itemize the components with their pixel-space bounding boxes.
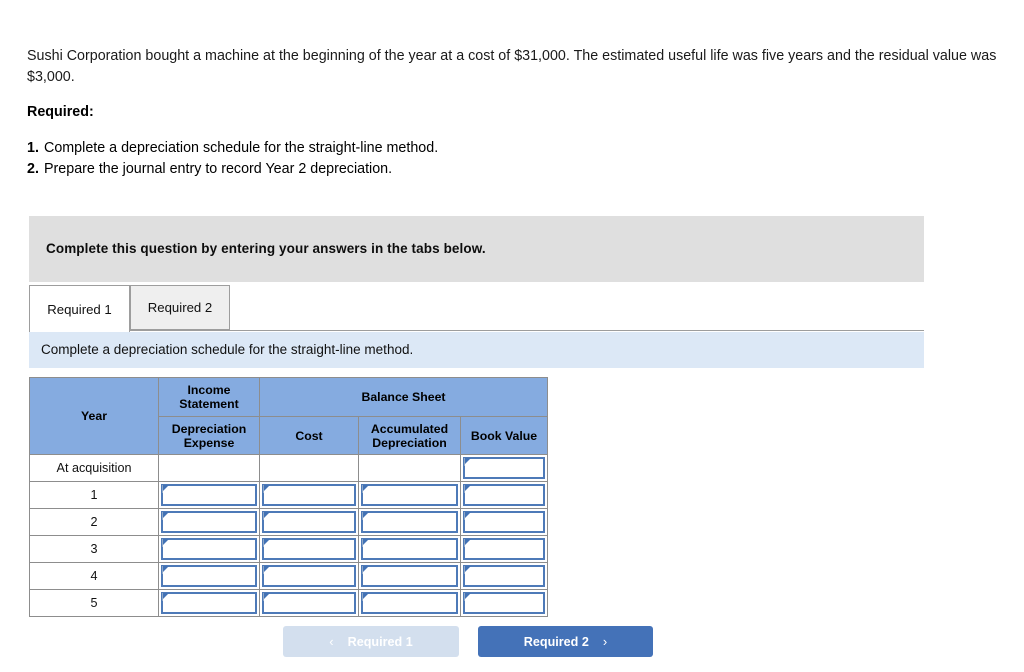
- header-depreciation-expense: Depreciation Expense: [158, 416, 260, 455]
- cell-depreciation-expense-year-2[interactable]: [158, 508, 260, 536]
- row-label-year-5: 5: [29, 589, 159, 617]
- header-accumulated-depreciation: Accumulated Depreciation: [358, 416, 461, 455]
- chevron-left-icon: ‹: [329, 634, 334, 649]
- sub-instruction-bar: Complete a depreciation schedule for the…: [29, 332, 924, 368]
- header-income-statement: Income Statement: [158, 377, 260, 417]
- cell-book-value-year-1[interactable]: [460, 481, 548, 509]
- input-accumulated-depreciation-year-4[interactable]: [361, 565, 458, 587]
- input-accumulated-depreciation-year-2[interactable]: [361, 511, 458, 533]
- input-cost-year-5[interactable]: [262, 592, 356, 614]
- input-book-value-at-acquisition[interactable]: [463, 457, 545, 479]
- input-book-value-year-5[interactable]: [463, 592, 545, 614]
- tab-required-1-label: Required 1: [47, 301, 112, 317]
- input-cost-year-4[interactable]: [262, 565, 356, 587]
- table-row: 4: [29, 562, 548, 590]
- cell-accumulated-depreciation-at-acquisition: [358, 454, 461, 482]
- requirement-number-2: 2.: [27, 161, 39, 177]
- input-depreciation-expense-year-1[interactable]: [161, 484, 257, 506]
- input-book-value-year-3[interactable]: [463, 538, 545, 560]
- cell-book-value-year-2[interactable]: [460, 508, 548, 536]
- input-accumulated-depreciation-year-3[interactable]: [361, 538, 458, 560]
- cell-depreciation-expense-year-3[interactable]: [158, 535, 260, 563]
- cell-accumulated-depreciation-year-4[interactable]: [358, 562, 461, 590]
- requirement-text-2: Prepare the journal entry to record Year…: [44, 161, 393, 177]
- input-depreciation-expense-year-4[interactable]: [161, 565, 257, 587]
- cell-accumulated-depreciation-year-2[interactable]: [358, 508, 461, 536]
- input-cost-year-1[interactable]: [262, 484, 356, 506]
- header-book-value: Book Value: [460, 416, 548, 455]
- header-cost: Cost: [259, 416, 359, 455]
- table-header: Year Income Statement Balance Sheet Depr…: [29, 377, 548, 455]
- problem-statement: Sushi Corporation bought a machine at th…: [27, 48, 997, 85]
- row-label-year-3: 3: [29, 535, 159, 563]
- header-balance-sheet: Balance Sheet: [259, 377, 548, 417]
- depreciation-schedule-table: Year Income Statement Balance Sheet Depr…: [29, 377, 548, 617]
- tab-required-1[interactable]: Required 1: [29, 285, 130, 332]
- requirement-item-2: 2. Prepare the journal entry to record Ye…: [27, 159, 727, 180]
- cell-cost-year-5[interactable]: [259, 589, 359, 617]
- cell-cost-year-3[interactable]: [259, 535, 359, 563]
- cell-book-value-at-acquisition[interactable]: [460, 454, 548, 482]
- row-label-year-4: 4: [29, 562, 159, 590]
- cell-cost-at-acquisition: [259, 454, 359, 482]
- table-row: 5: [29, 589, 548, 617]
- cell-book-value-year-3[interactable]: [460, 535, 548, 563]
- input-book-value-year-1[interactable]: [463, 484, 545, 506]
- requirement-item-1: 1. Complete a depreciation schedule for t…: [27, 138, 727, 159]
- next-required-2-label: Required 2: [523, 634, 589, 649]
- input-depreciation-expense-year-3[interactable]: [161, 538, 257, 560]
- cell-accumulated-depreciation-year-1[interactable]: [358, 481, 461, 509]
- cell-accumulated-depreciation-year-3[interactable]: [358, 535, 461, 563]
- table-body: At acquisition 1 2 3 4 5: [29, 454, 548, 617]
- prev-required-1-button[interactable]: ‹ Required 1: [283, 626, 459, 657]
- navigation-buttons: ‹ Required 1 Required 2 ›: [0, 626, 1024, 658]
- table-header-row-group: Year Income Statement Balance Sheet: [29, 377, 548, 455]
- input-accumulated-depreciation-year-5[interactable]: [361, 592, 458, 614]
- row-label-at-acquisition: At acquisition: [29, 454, 159, 482]
- requirement-text-1: Complete a depreciation schedule for the…: [44, 140, 439, 156]
- next-required-2-button[interactable]: Required 2 ›: [478, 626, 653, 657]
- cell-book-value-year-5[interactable]: [460, 589, 548, 617]
- instruction-banner: Complete this question by entering your …: [29, 216, 924, 282]
- cell-depreciation-expense-year-4[interactable]: [158, 562, 260, 590]
- tab-bar: Required 1 Required 2: [29, 285, 924, 332]
- cell-depreciation-expense-year-1[interactable]: [158, 481, 260, 509]
- header-year: Year: [29, 377, 159, 455]
- sub-instruction-text: Complete a depreciation schedule for the…: [41, 342, 414, 357]
- tab-required-2[interactable]: Required 2: [130, 285, 230, 330]
- cell-depreciation-expense-year-5[interactable]: [158, 589, 260, 617]
- table-row: 1: [29, 481, 548, 509]
- cell-depreciation-expense-at-acquisition: [158, 454, 260, 482]
- cell-accumulated-depreciation-year-5[interactable]: [358, 589, 461, 617]
- table-row: 3: [29, 535, 548, 563]
- chevron-right-icon: ›: [602, 634, 608, 649]
- input-depreciation-expense-year-2[interactable]: [161, 511, 257, 533]
- cell-cost-year-4[interactable]: [259, 562, 359, 590]
- instruction-banner-text: Complete this question by entering your …: [46, 241, 486, 256]
- tab-required-2-label: Required 2: [147, 300, 213, 315]
- row-label-year-1: 1: [29, 481, 159, 509]
- input-accumulated-depreciation-year-1[interactable]: [361, 484, 458, 506]
- input-depreciation-expense-year-5[interactable]: [161, 592, 257, 614]
- prev-required-1-label: Required 1: [347, 634, 413, 649]
- row-label-year-2: 2: [29, 508, 159, 536]
- required-heading: Required:: [27, 104, 94, 120]
- cell-book-value-year-4[interactable]: [460, 562, 548, 590]
- table-row: At acquisition: [29, 454, 548, 482]
- cell-cost-year-2[interactable]: [259, 508, 359, 536]
- requirements-list: 1. Complete a depreciation schedule for t…: [27, 138, 727, 180]
- cell-cost-year-1[interactable]: [259, 481, 359, 509]
- input-cost-year-3[interactable]: [262, 538, 356, 560]
- input-book-value-year-4[interactable]: [463, 565, 545, 587]
- input-cost-year-2[interactable]: [262, 511, 356, 533]
- requirement-number-1: 1.: [27, 140, 39, 156]
- input-book-value-year-2[interactable]: [463, 511, 545, 533]
- table-row: 2: [29, 508, 548, 536]
